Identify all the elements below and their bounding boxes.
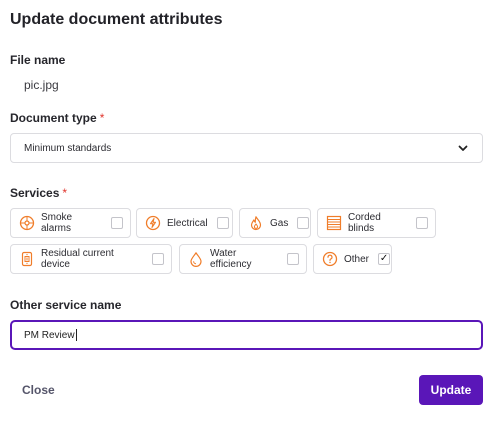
service-checkbox-checked[interactable]: ✓ <box>378 253 391 265</box>
service-label: Electrical <box>167 217 208 229</box>
service-chip-water-efficiency[interactable]: Water efficiency <box>179 244 307 274</box>
document-type-value: Minimum standards <box>24 142 112 154</box>
document-type-select[interactable]: Minimum standards <box>10 133 483 163</box>
services-label: Services * <box>10 186 67 200</box>
blinds-icon <box>326 215 342 231</box>
service-checkbox[interactable] <box>111 217 123 229</box>
service-label: Corded blinds <box>348 212 381 234</box>
service-chip-gas[interactable]: Gas <box>239 208 311 238</box>
service-chip-corded-blinds[interactable]: Corded blinds <box>317 208 436 238</box>
service-checkbox[interactable] <box>287 253 299 265</box>
service-checkbox[interactable] <box>297 217 310 229</box>
update-button[interactable]: Update <box>419 375 483 405</box>
service-chip-residual-current-device[interactable]: Residual current device <box>10 244 172 274</box>
smoke-alarm-icon <box>19 215 35 231</box>
service-label: Smoke alarms <box>41 212 73 234</box>
document-type-label: Document type * <box>10 111 104 125</box>
close-button[interactable]: Close <box>22 383 55 397</box>
rcd-icon <box>19 251 35 267</box>
question-icon <box>322 251 338 267</box>
service-label: Other <box>344 253 370 265</box>
required-mark: * <box>99 111 105 125</box>
service-chip-smoke-alarms[interactable]: Smoke alarms <box>10 208 131 238</box>
chevron-down-icon <box>457 142 469 154</box>
service-checkbox[interactable] <box>416 217 428 229</box>
document-type-label-text: Document type <box>10 111 97 125</box>
service-checkbox[interactable] <box>152 253 164 265</box>
service-checkbox[interactable] <box>216 217 229 229</box>
service-chip-electrical[interactable]: Electrical <box>136 208 233 238</box>
lightning-icon <box>145 215 161 231</box>
flame-icon <box>248 215 264 231</box>
file-name-value: pic.jpg <box>24 78 59 92</box>
services-label-text: Services <box>10 186 60 200</box>
service-chip-other[interactable]: Other ✓ <box>313 244 392 274</box>
service-label: Gas <box>270 217 289 229</box>
other-service-name-label: Other service name <box>10 298 122 312</box>
service-label: Residual current device <box>41 248 114 270</box>
service-label: Water efficiency <box>210 248 252 270</box>
dialog-title: Update document attributes <box>10 11 223 28</box>
text-cursor <box>75 329 77 341</box>
other-service-name-input[interactable]: PM Review <box>10 320 483 350</box>
required-mark: * <box>62 186 68 200</box>
water-drop-icon <box>188 251 204 267</box>
file-name-label: File name <box>10 53 66 67</box>
other-service-name-value: PM Review <box>24 329 75 341</box>
